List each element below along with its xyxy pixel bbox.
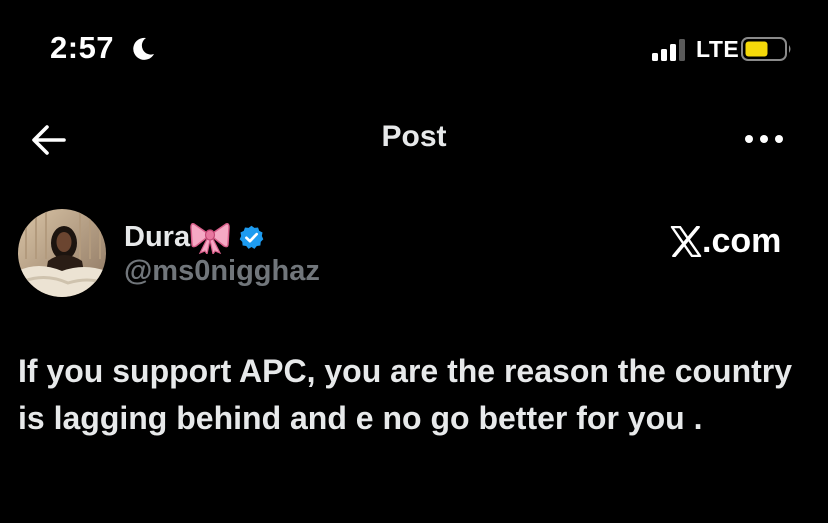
x-logo-icon [670,225,702,257]
network-type: LTE [696,36,740,62]
moon-icon [133,37,154,60]
brand-watermark: .com [670,221,781,261]
avatar[interactable] [18,209,106,297]
post-text: If you support APC, you are the reason t… [18,353,793,436]
ellipsis-icon[interactable] [744,131,784,147]
battery-icon [741,37,791,61]
signal-icon [652,39,685,61]
page-title: Post [381,120,447,153]
status-time: 2:57 [50,30,115,65]
display-name-row[interactable]: Dura [124,219,265,255]
verified-badge-icon [239,225,264,249]
bow-icon [190,223,230,254]
display-name[interactable]: Dura [124,221,190,254]
brand-text: .com [702,221,782,260]
user-handle[interactable]: @ms0nigghaz [124,255,320,288]
